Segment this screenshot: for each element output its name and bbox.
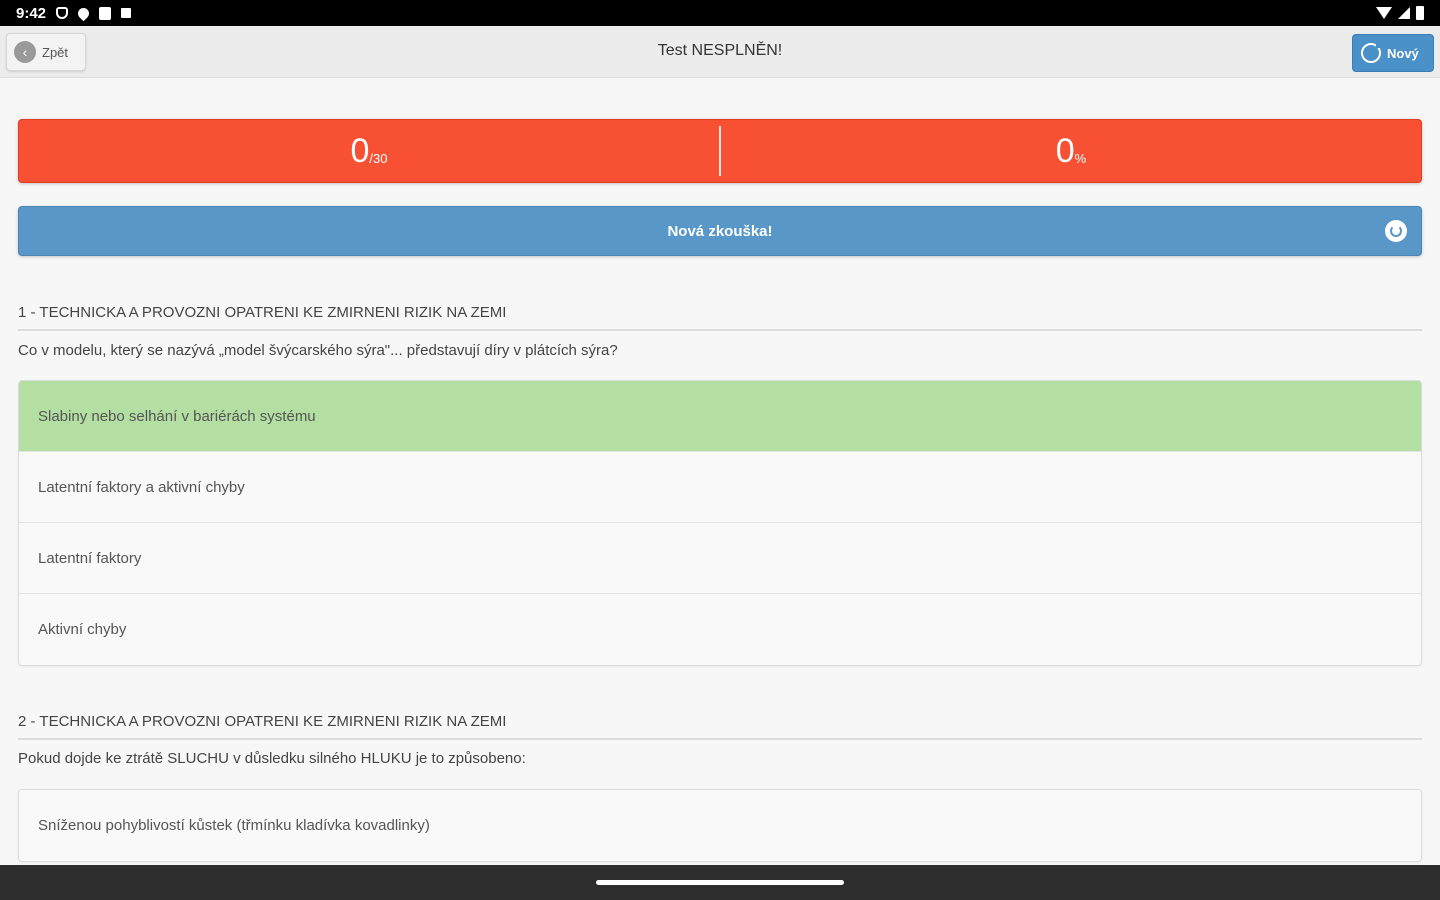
score-correct: 0	[350, 131, 370, 170]
answer-option-correct[interactable]: Slabiny nebo selhání v bariérách systému	[19, 381, 1421, 452]
score-percent-sign: %	[1074, 150, 1087, 166]
answer-list: Sníženou pohyblivostí kůstek (třmínku kl…	[18, 789, 1422, 862]
signal-icon	[1398, 7, 1410, 19]
question-section-title: 1 - TECHNICKA A PROVOZNI OPATRENI KE ZMI…	[18, 304, 1422, 331]
retry-test-label: Nová zkouška!	[667, 222, 773, 240]
new-test-button-label: Nový	[1387, 45, 1419, 61]
answer-option[interactable]: Latentní faktory a aktivní chyby	[19, 452, 1421, 523]
refresh-icon	[1361, 42, 1382, 63]
notification-square-icon	[121, 8, 132, 18]
system-nav-bar	[0, 865, 1440, 900]
score-divider	[719, 126, 721, 176]
answer-option[interactable]: Aktivní chyby	[19, 594, 1421, 665]
home-gesture-handle[interactable]	[596, 880, 844, 885]
new-test-button[interactable]: Nový	[1352, 34, 1434, 72]
shield-icon	[56, 7, 69, 19]
answer-option[interactable]: Latentní faktory	[19, 523, 1421, 594]
location-icon	[75, 5, 92, 21]
retry-test-button[interactable]: Nová zkouška!	[18, 206, 1422, 256]
sim-card-icon	[99, 6, 112, 20]
score-count: 0 /30	[19, 120, 719, 182]
question-section-title: 2 - TECHNICKA A PROVOZNI OPATRENI KE ZMI…	[18, 713, 1422, 740]
question-text: Pokud dojde ke ztrátě SLUCHU v důsledku …	[18, 750, 526, 767]
answer-list: Slabiny nebo selhání v bariérách systému…	[18, 380, 1422, 666]
status-time: 9:42	[16, 4, 47, 22]
answer-option[interactable]: Sníženou pohyblivostí kůstek (třmínku kl…	[19, 790, 1421, 861]
score-bar: 0 /30 0 %	[18, 119, 1422, 183]
wifi-icon	[1376, 7, 1392, 19]
score-percent-value: 0	[1055, 131, 1075, 170]
score-percent: 0 %	[721, 120, 1421, 182]
app-header: ‹ Zpět Test NESPLNĚN! Nový	[0, 26, 1440, 78]
page-title: Test NESPLNĚN!	[657, 42, 783, 59]
refresh-icon	[1385, 220, 1407, 242]
question-text: Co v modelu, který se nazývá „model švýc…	[18, 342, 618, 359]
battery-icon	[1416, 6, 1424, 20]
score-total: /30	[369, 150, 388, 166]
status-bar: 9:42	[0, 0, 1440, 26]
